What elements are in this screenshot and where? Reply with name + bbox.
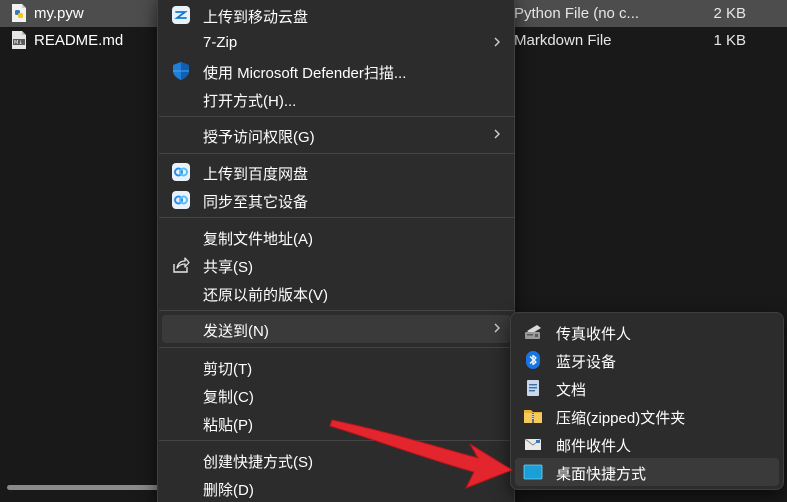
file-size: 1 KB: [713, 32, 746, 49]
documents-icon: [523, 378, 543, 398]
menu-item-label: 上传到移动云盘: [203, 9, 309, 26]
send-to-mail-recipient[interactable]: 邮件收件人: [515, 430, 779, 458]
menu-item-copy-path[interactable]: 复制文件地址(A): [162, 223, 511, 251]
svg-text:M↓: M↓: [14, 40, 23, 46]
submenu-item-label: 文档: [556, 382, 587, 399]
send-to-bluetooth[interactable]: 蓝牙设备: [515, 346, 779, 374]
menu-item-label: 同步至其它设备: [203, 194, 309, 211]
markdown-file-icon: M↓: [11, 31, 27, 49]
menu-item-label: 剪切(T): [203, 361, 253, 378]
baidu-sync-icon: [172, 191, 190, 209]
menu-item-label: 上传到百度网盘: [203, 166, 309, 183]
file-name: README.md: [34, 32, 124, 49]
menu-item-upload-baidu[interactable]: 上传到百度网盘: [162, 158, 511, 186]
desktop-shortcut-icon: [523, 462, 543, 482]
menu-item-label: 授予访问权限(G): [203, 129, 315, 146]
menu-item-cut[interactable]: 剪切(T): [162, 353, 511, 381]
menu-item-send-to[interactable]: 发送到(N): [162, 315, 511, 343]
file-size: 2 KB: [713, 5, 746, 22]
menu-item-label: 删除(D): [203, 482, 254, 499]
menu-item-label: 打开方式(H)...: [203, 93, 297, 110]
menu-item-label: 复制文件地址(A): [203, 231, 313, 248]
submenu-item-label: 压缩(zipped)文件夹: [556, 410, 686, 427]
menu-item-sync-devices[interactable]: 同步至其它设备: [162, 186, 511, 214]
file-name: my.pyw: [34, 5, 84, 22]
send-to-fax-recipient[interactable]: 传真收件人: [515, 318, 779, 346]
send-to-documents[interactable]: 文档: [515, 374, 779, 402]
menu-item-grant-access[interactable]: 授予访问权限(G): [162, 121, 511, 149]
submenu-item-label: 蓝牙设备: [556, 354, 617, 371]
defender-shield-icon: [172, 62, 190, 80]
menu-item-label: 共享(S): [203, 259, 253, 276]
baidu-netdisk-icon: [172, 163, 190, 181]
cloud-drive-icon: [172, 6, 190, 24]
file-type: Markdown File: [514, 32, 612, 49]
menu-item-delete[interactable]: 删除(D): [162, 474, 511, 502]
fax-icon: [523, 322, 543, 342]
python-file-icon: [11, 4, 27, 22]
menu-item-upload-mobile-cloud[interactable]: 上传到移动云盘: [162, 1, 511, 29]
menu-item-label: 使用 Microsoft Defender扫描...: [203, 65, 407, 82]
share-icon: [172, 256, 190, 274]
menu-separator: [159, 153, 515, 154]
context-menu: 上传到移动云盘 7-Zip 使用 Microsoft Defender扫描...…: [157, 0, 515, 502]
submenu-item-label: 邮件收件人: [556, 438, 632, 455]
submenu-item-label: 桌面快捷方式: [556, 466, 647, 483]
menu-item-create-shortcut[interactable]: 创建快捷方式(S): [162, 446, 511, 474]
send-to-submenu: 传真收件人 蓝牙设备 文档 压缩(zipped)文件夹 邮件收件人 桌面快捷方式: [510, 312, 784, 490]
send-to-desktop-shortcut[interactable]: 桌面快捷方式: [515, 458, 779, 486]
menu-item-label: 7-Zip: [203, 34, 238, 51]
menu-item-paste[interactable]: 粘贴(P): [162, 409, 511, 437]
menu-separator: [159, 116, 515, 117]
menu-item-open-with[interactable]: 打开方式(H)...: [162, 85, 511, 113]
horizontal-scrollbar[interactable]: [7, 485, 162, 490]
menu-item-7zip[interactable]: 7-Zip: [162, 29, 511, 57]
menu-separator: [159, 310, 515, 311]
menu-item-copy[interactable]: 复制(C): [162, 381, 511, 409]
zip-folder-icon: [523, 406, 543, 426]
menu-item-label: 还原以前的版本(V): [203, 287, 328, 304]
menu-item-label: 创建快捷方式(S): [203, 454, 313, 471]
chevron-right-icon: [493, 35, 501, 49]
send-to-zip-folder[interactable]: 压缩(zipped)文件夹: [515, 402, 779, 430]
menu-item-label: 粘贴(P): [203, 417, 253, 434]
submenu-item-label: 传真收件人: [556, 326, 632, 343]
mail-recipient-icon: [523, 434, 543, 454]
menu-separator: [159, 217, 515, 218]
file-type: Python File (no c...: [514, 5, 640, 22]
menu-separator: [159, 347, 515, 348]
menu-separator: [159, 440, 515, 441]
chevron-right-icon: [493, 127, 501, 141]
menu-item-label: 发送到(N): [203, 323, 269, 340]
menu-item-label: 复制(C): [203, 389, 254, 406]
bluetooth-icon: [523, 350, 543, 370]
menu-item-defender-scan[interactable]: 使用 Microsoft Defender扫描...: [162, 57, 511, 85]
menu-item-restore-versions[interactable]: 还原以前的版本(V): [162, 279, 511, 307]
menu-item-share[interactable]: 共享(S): [162, 251, 511, 279]
chevron-right-icon: [493, 321, 501, 335]
